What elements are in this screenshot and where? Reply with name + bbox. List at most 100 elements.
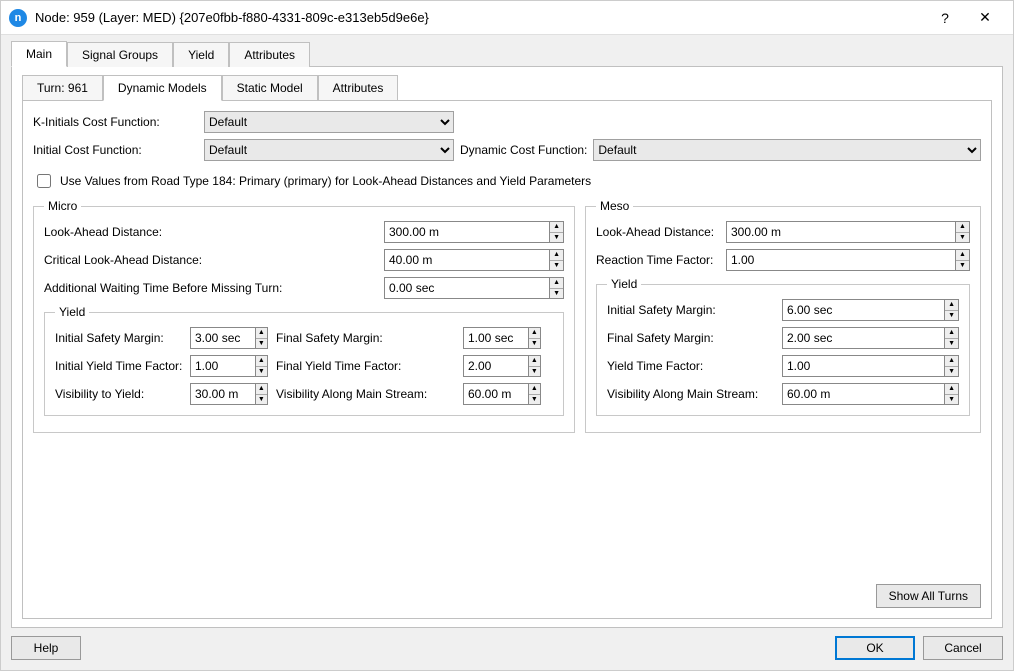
input-micro-vty[interactable] <box>190 383 255 405</box>
spin-buttons[interactable]: ▲▼ <box>944 327 959 349</box>
spin-buttons[interactable]: ▲▼ <box>255 327 268 349</box>
chevron-down-icon[interactable]: ▼ <box>550 289 563 299</box>
input-meso-fsm[interactable] <box>782 327 944 349</box>
checkbox-use-values[interactable] <box>37 174 51 188</box>
chevron-up-icon[interactable]: ▲ <box>550 278 563 289</box>
spin-buttons[interactable]: ▲▼ <box>549 221 564 243</box>
chevron-up-icon[interactable]: ▲ <box>550 222 563 233</box>
spin-buttons[interactable]: ▲▼ <box>944 355 959 377</box>
close-icon[interactable]: ✕ <box>965 3 1005 33</box>
spin-buttons[interactable]: ▲▼ <box>944 383 959 405</box>
spin-buttons[interactable]: ▲▼ <box>944 299 959 321</box>
chevron-up-icon[interactable]: ▲ <box>956 222 969 233</box>
chevron-up-icon[interactable]: ▲ <box>945 356 958 367</box>
chevron-down-icon[interactable]: ▼ <box>956 233 969 243</box>
tab-main[interactable]: Main <box>11 41 67 67</box>
input-meso-lookahead[interactable] <box>726 221 955 243</box>
input-micro-critical[interactable] <box>384 249 549 271</box>
spin-buttons[interactable]: ▲▼ <box>528 355 541 377</box>
label-micro-critical: Critical Look-Ahead Distance: <box>44 253 384 267</box>
spin-buttons[interactable]: ▲▼ <box>955 221 970 243</box>
chevron-down-icon[interactable]: ▼ <box>529 395 540 405</box>
input-micro-fsm[interactable] <box>463 327 528 349</box>
chevron-down-icon[interactable]: ▼ <box>945 311 958 321</box>
tab-attributes[interactable]: Attributes <box>229 42 310 67</box>
chevron-up-icon[interactable]: ▲ <box>256 356 267 367</box>
label-meso-ism: Initial Safety Margin: <box>607 303 782 317</box>
spin-meso-rtf[interactable]: ▲▼ <box>726 249 970 271</box>
label-micro-vams: Visibility Along Main Stream: <box>268 387 463 401</box>
select-k-initials-cost[interactable]: Default <box>204 111 454 133</box>
spin-buttons[interactable]: ▲▼ <box>955 249 970 271</box>
inner-tab-attributes[interactable]: Attributes <box>318 75 399 101</box>
spin-buttons[interactable]: ▲▼ <box>255 383 268 405</box>
spin-micro-fytf[interactable]: ▲▼ <box>463 355 541 377</box>
spin-micro-vty[interactable]: ▲▼ <box>190 383 268 405</box>
input-micro-addwait[interactable] <box>384 277 549 299</box>
show-all-turns-button[interactable]: Show All Turns <box>876 584 981 608</box>
spin-buttons[interactable]: ▲▼ <box>549 249 564 271</box>
spin-micro-vams[interactable]: ▲▼ <box>463 383 541 405</box>
chevron-up-icon[interactable]: ▲ <box>945 328 958 339</box>
spin-micro-fsm[interactable]: ▲▼ <box>463 327 541 349</box>
chevron-down-icon[interactable]: ▼ <box>550 233 563 243</box>
tab-signal-groups[interactable]: Signal Groups <box>67 42 173 67</box>
label-meso-vams: Visibility Along Main Stream: <box>607 387 782 401</box>
spin-micro-critical[interactable]: ▲▼ <box>384 249 564 271</box>
select-dynamic-cost[interactable]: Default <box>593 139 981 161</box>
input-micro-ism[interactable] <box>190 327 255 349</box>
inner-tab-turn[interactable]: Turn: 961 <box>22 75 103 101</box>
chevron-up-icon[interactable]: ▲ <box>550 250 563 261</box>
chevron-up-icon[interactable]: ▲ <box>529 356 540 367</box>
input-micro-vams[interactable] <box>463 383 528 405</box>
input-meso-ytf[interactable] <box>782 355 944 377</box>
spin-meso-ytf[interactable]: ▲▼ <box>782 355 959 377</box>
spin-meso-lookahead[interactable]: ▲▼ <box>726 221 970 243</box>
ok-button[interactable]: OK <box>835 636 915 660</box>
spin-meso-ism[interactable]: ▲▼ <box>782 299 959 321</box>
help-button[interactable]: Help <box>11 636 81 660</box>
chevron-up-icon[interactable]: ▲ <box>945 384 958 395</box>
legend-meso-yield: Yield <box>607 277 641 291</box>
chevron-down-icon[interactable]: ▼ <box>945 339 958 349</box>
chevron-down-icon[interactable]: ▼ <box>945 395 958 405</box>
label-meso-rtf: Reaction Time Factor: <box>596 253 726 267</box>
spin-micro-addwait[interactable]: ▲▼ <box>384 277 564 299</box>
input-meso-rtf[interactable] <box>726 249 955 271</box>
chevron-up-icon[interactable]: ▲ <box>956 250 969 261</box>
chevron-up-icon[interactable]: ▲ <box>945 300 958 311</box>
chevron-down-icon[interactable]: ▼ <box>256 339 267 349</box>
inner-tab-dynamic-models[interactable]: Dynamic Models <box>103 75 222 101</box>
chevron-down-icon[interactable]: ▼ <box>550 261 563 271</box>
spin-buttons[interactable]: ▲▼ <box>255 355 268 377</box>
chevron-down-icon[interactable]: ▼ <box>256 395 267 405</box>
chevron-up-icon[interactable]: ▲ <box>529 384 540 395</box>
tab-yield[interactable]: Yield <box>173 42 229 67</box>
spin-micro-ism[interactable]: ▲▼ <box>190 327 268 349</box>
chevron-down-icon[interactable]: ▼ <box>945 367 958 377</box>
chevron-up-icon[interactable]: ▲ <box>256 384 267 395</box>
help-icon[interactable]: ? <box>925 3 965 33</box>
select-initial-cost[interactable]: Default <box>204 139 454 161</box>
spin-buttons[interactable]: ▲▼ <box>528 383 541 405</box>
input-micro-lookahead[interactable] <box>384 221 549 243</box>
chevron-down-icon[interactable]: ▼ <box>256 367 267 377</box>
input-meso-ism[interactable] <box>782 299 944 321</box>
chevron-down-icon[interactable]: ▼ <box>529 367 540 377</box>
input-micro-fytf[interactable] <box>463 355 528 377</box>
spin-micro-lookahead[interactable]: ▲▼ <box>384 221 564 243</box>
spin-buttons[interactable]: ▲▼ <box>549 277 564 299</box>
cancel-button[interactable]: Cancel <box>923 636 1003 660</box>
input-micro-iytf[interactable] <box>190 355 255 377</box>
input-meso-vams[interactable] <box>782 383 944 405</box>
spin-buttons[interactable]: ▲▼ <box>528 327 541 349</box>
legend-meso: Meso <box>596 199 633 213</box>
inner-tab-static-model[interactable]: Static Model <box>222 75 318 101</box>
chevron-up-icon[interactable]: ▲ <box>529 328 540 339</box>
chevron-up-icon[interactable]: ▲ <box>256 328 267 339</box>
spin-meso-vams[interactable]: ▲▼ <box>782 383 959 405</box>
chevron-down-icon[interactable]: ▼ <box>956 261 969 271</box>
chevron-down-icon[interactable]: ▼ <box>529 339 540 349</box>
spin-meso-fsm[interactable]: ▲▼ <box>782 327 959 349</box>
spin-micro-iytf[interactable]: ▲▼ <box>190 355 268 377</box>
